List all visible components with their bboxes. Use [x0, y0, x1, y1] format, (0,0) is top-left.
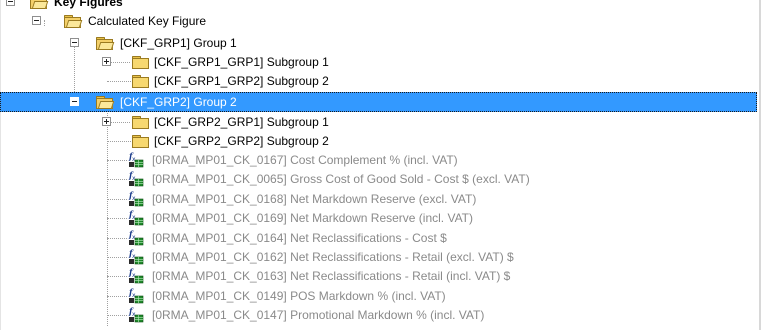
calculated-key-figure-icon: fx	[128, 191, 144, 207]
tree-connector	[108, 122, 130, 124]
tree-node-label: [CKF_GRP2_GRP1] Subgroup 1	[154, 115, 329, 129]
tree-connector	[107, 257, 127, 259]
tree-connector	[107, 276, 127, 278]
folder-icon	[132, 56, 149, 69]
folder-icon	[132, 75, 149, 88]
tree-node-label: Calculated Key Figure	[88, 14, 207, 28]
tree-connector	[107, 315, 127, 317]
tree-node-label: [0RMA_MP01_CK_0065] Gross Cost of Good S…	[152, 172, 530, 187]
tree-connector	[107, 141, 131, 143]
tree-node-grp2-subgroup-2[interactable]: [CKF_GRP2_GRP2] Subgroup 2	[0, 131, 757, 151]
folder-icon	[132, 116, 149, 129]
tree-node-label: Key Figures	[54, 0, 123, 9]
tree-node-key-figure[interactable]: f x [0RMA_MP01_CK_0149] POS Markdown % (in…	[0, 286, 757, 306]
calculated-key-figure-icon: fx	[128, 210, 144, 226]
collapse-icon[interactable]	[70, 38, 79, 47]
tree-node-key-figure[interactable]: f x [0RMA_MP01_CK_0168] Net Markdown Reser…	[0, 189, 757, 209]
expand-icon[interactable]	[102, 57, 111, 66]
calculated-key-figure-icon: fx	[128, 230, 144, 245]
collapse-icon[interactable]	[6, 0, 15, 6]
tree-node-label: [CKF_GRP2_GRP2] Subgroup 2	[154, 134, 329, 148]
tree-node-calculated-key-figure[interactable]: Calculated Key Figure	[0, 11, 757, 31]
tree-node-label: [0RMA_MP01_CK_0147] Promotional Markdown…	[152, 308, 485, 323]
tree-node-label: [CKF_GRP1_GRP1] Subgroup 1	[154, 55, 329, 69]
tree-node-key-figure[interactable]: f x [0RMA_MP01_CK_0162] Net Reclassificati…	[0, 247, 757, 267]
tree-node-label: [CKF_GRP1_GRP2] Subgroup 2	[154, 74, 329, 88]
tree-node-label: [0RMA_MP01_CK_0167] Cost Complement % (i…	[152, 153, 458, 167]
open-folder-icon	[30, 0, 49, 9]
tree-node-group-1[interactable]: [CKF_GRP1] Group 1	[0, 33, 757, 53]
tree-node-label: [0RMA_MP01_CK_0163] Net Reclassification…	[152, 269, 511, 284]
tree-node-group-2[interactable]: [CKF_GRP2] Group 2	[0, 92, 757, 112]
calculated-key-figure-icon: fx	[128, 268, 144, 284]
tree-node-label: [CKF_GRP1] Group 1	[120, 36, 237, 50]
calculated-key-figure-icon: fx	[128, 171, 144, 187]
tree-node-grp1-subgroup-1[interactable]: [CKF_GRP1_GRP1] Subgroup 1	[0, 52, 757, 72]
tree-node-key-figure[interactable]: f x [0RMA_MP01_CK_0169] Net Markdown Reser…	[0, 208, 757, 228]
tree-connector	[108, 62, 130, 64]
tree-connector	[107, 237, 127, 240]
tree-node-grp1-subgroup-2[interactable]: [CKF_GRP1_GRP2] Subgroup 2	[0, 71, 757, 91]
tree-node-key-figure[interactable]: f x [0RMA_MP01_CK_0065] Gross Cost of Good…	[0, 169, 757, 189]
calculated-key-figure-icon: fx	[128, 307, 144, 323]
tree-node-label: [0RMA_MP01_CK_0168] Net Markdown Reserve…	[152, 191, 477, 206]
tree-node-label: [0RMA_MP01_CK_0164] Net Reclassification…	[152, 230, 447, 245]
tree-node-label: [CKF_GRP2] Group 2	[120, 95, 237, 109]
tree-connector	[107, 295, 127, 298]
collapse-icon[interactable]	[70, 97, 79, 106]
key-figure-tree[interactable]: Key Figures Calculated Key Figure [CKF_G…	[0, 0, 761, 330]
open-folder-icon	[96, 96, 115, 109]
open-folder-icon	[96, 37, 115, 50]
tree-connector	[107, 81, 131, 83]
tree-node-grp2-subgroup-1[interactable]: [CKF_GRP2_GRP1] Subgroup 1	[0, 112, 757, 132]
collapse-icon[interactable]	[32, 16, 41, 25]
calculated-key-figure-icon: fx	[128, 249, 144, 265]
tree-connector	[107, 160, 127, 162]
tree-node-label: [0RMA_MP01_CK_0169] Net Markdown Reserve…	[152, 211, 474, 226]
tree-node-key-figure[interactable]: f x [0RMA_MP01_CK_0167] Cost Complement % …	[0, 150, 757, 170]
folder-icon	[132, 135, 149, 148]
tree-node-label: [0RMA_MP01_CK_0162] Net Reclassification…	[152, 250, 514, 264]
tree-connector	[107, 179, 127, 181]
tree-node-label: [0RMA_MP01_CK_0149] POS Markdown % (incl…	[152, 288, 446, 303]
calculated-key-figure-icon: fx	[128, 152, 144, 168]
tree-connector	[107, 218, 127, 220]
tree-node-key-figure[interactable]: f x [0RMA_MP01_CK_0164] Net Reclassificati…	[0, 228, 757, 248]
tree-connector	[107, 198, 127, 201]
open-folder-icon	[64, 15, 83, 28]
tree-node-key-figure[interactable]: f x [0RMA_MP01_CK_0163] Net Reclassificati…	[0, 266, 757, 286]
calculated-key-figure-icon: fx	[128, 288, 144, 304]
expand-icon[interactable]	[102, 117, 111, 126]
tree-node-key-figure[interactable]: f x [0RMA_MP01_CK_0147] Promotional Markdo…	[0, 305, 757, 325]
